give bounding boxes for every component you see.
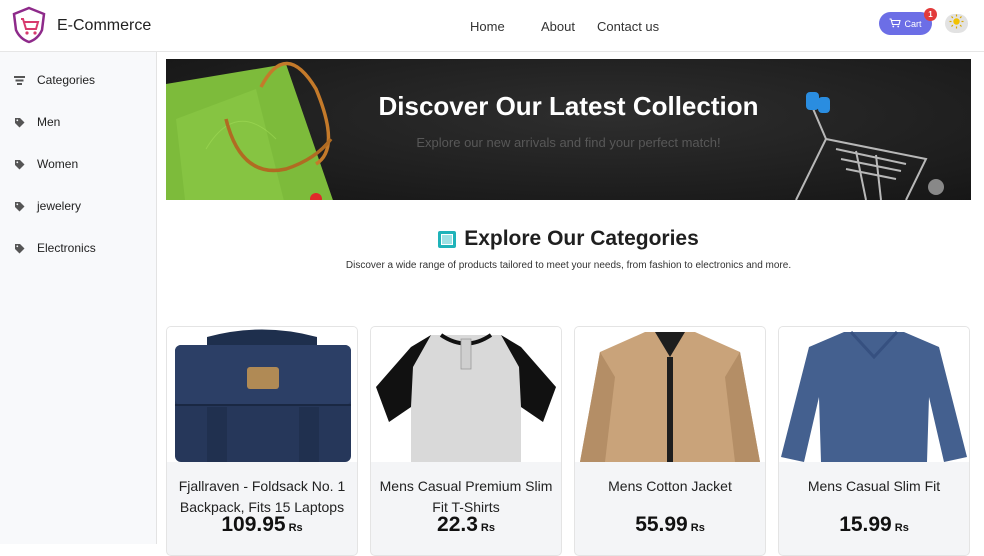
hero-banner: Discover Our Latest Collection Explore o… — [166, 59, 971, 200]
section-subtitle: Discover a wide range of products tailor… — [345, 260, 792, 271]
section-title: Explore Our Categories — [166, 227, 971, 251]
price-currency: Rs — [288, 522, 303, 534]
brand-name[interactable]: E-Commerce — [57, 17, 151, 35]
sidebar-item-label: Women — [37, 157, 79, 171]
sidebar-item-label: jewelery — [37, 199, 82, 213]
sidebar-item-women[interactable]: Women — [12, 154, 78, 174]
product-card[interactable]: Mens Casual Premium Slim Fit T-Shirts 22… — [370, 326, 562, 556]
cart-label: Cart — [904, 18, 922, 29]
product-card[interactable]: Fjallraven - Foldsack No. 1 Backpack, Fi… — [166, 326, 358, 556]
sidebar-item-label: Categories — [37, 73, 96, 87]
product-price: 22.3 Rs — [371, 513, 561, 537]
price-amount: 22.3 — [437, 513, 478, 536]
nav-about[interactable]: About — [541, 19, 575, 34]
cart-icon — [889, 17, 902, 30]
sidebar-item-label: Men — [37, 115, 61, 129]
list-icon — [12, 73, 26, 87]
sidebar-item-label: Electronics — [37, 241, 96, 255]
product-price: 55.99 Rs — [575, 513, 765, 537]
nav-home[interactable]: Home — [470, 19, 505, 34]
sun-icon — [949, 14, 964, 34]
tag-icon — [12, 115, 26, 129]
jacket-image — [575, 327, 765, 462]
tag-icon — [12, 199, 26, 213]
cart-count-badge: 1 — [924, 8, 937, 21]
backpack-image — [167, 327, 357, 462]
product-price: 109.95 Rs — [167, 513, 357, 537]
product-title: Fjallraven - Foldsack No. 1 Backpack, Fi… — [178, 478, 346, 515]
price-amount: 109.95 — [221, 513, 286, 536]
price-amount: 15.99 — [839, 513, 892, 536]
product-title: Mens Casual Slim Fit — [807, 478, 941, 494]
tag-icon — [12, 157, 26, 171]
price-currency: Rs — [480, 522, 495, 534]
hero-title: Discover Our Latest Collection — [378, 91, 759, 121]
tag-icon — [12, 241, 26, 255]
sidebar-item-men[interactable]: Men — [12, 112, 60, 132]
product-card[interactable]: Mens Casual Slim Fit 15.99 Rs — [778, 326, 970, 556]
hero-background-image — [166, 61, 944, 200]
category-box-icon — [438, 230, 457, 248]
product-card[interactable]: Mens Cotton Jacket 55.99 Rs — [574, 326, 766, 556]
sidebar: Categories Men Women jewelery Electronic… — [0, 52, 157, 544]
tshirt-image — [371, 327, 561, 462]
price-amount: 55.99 — [635, 513, 688, 536]
sidebar-item-jewelery[interactable]: jewelery — [12, 196, 81, 216]
price-currency: Rs — [690, 522, 705, 534]
sidebar-item-electronics[interactable]: Electronics — [12, 238, 96, 258]
product-price: 15.99 Rs — [779, 513, 969, 537]
shopping-cart-shield-logo[interactable] — [11, 6, 47, 44]
long-sleeve-shirt-image — [779, 327, 969, 462]
top-navbar: E-Commerce Home About Contact us Cart 1 — [0, 0, 984, 52]
theme-toggle-button[interactable] — [945, 14, 968, 33]
price-currency: Rs — [894, 522, 909, 534]
nav-contact-us[interactable]: Contact us — [597, 19, 659, 34]
section-title-text: Explore Our Categories — [464, 227, 699, 250]
product-title: Mens Cotton Jacket — [608, 478, 732, 494]
product-title: Mens Casual Premium Slim Fit T-Shirts — [379, 478, 553, 515]
hero-subtitle: Explore our new arrivals and find your p… — [416, 135, 721, 150]
sidebar-item-categories[interactable]: Categories — [12, 70, 95, 90]
